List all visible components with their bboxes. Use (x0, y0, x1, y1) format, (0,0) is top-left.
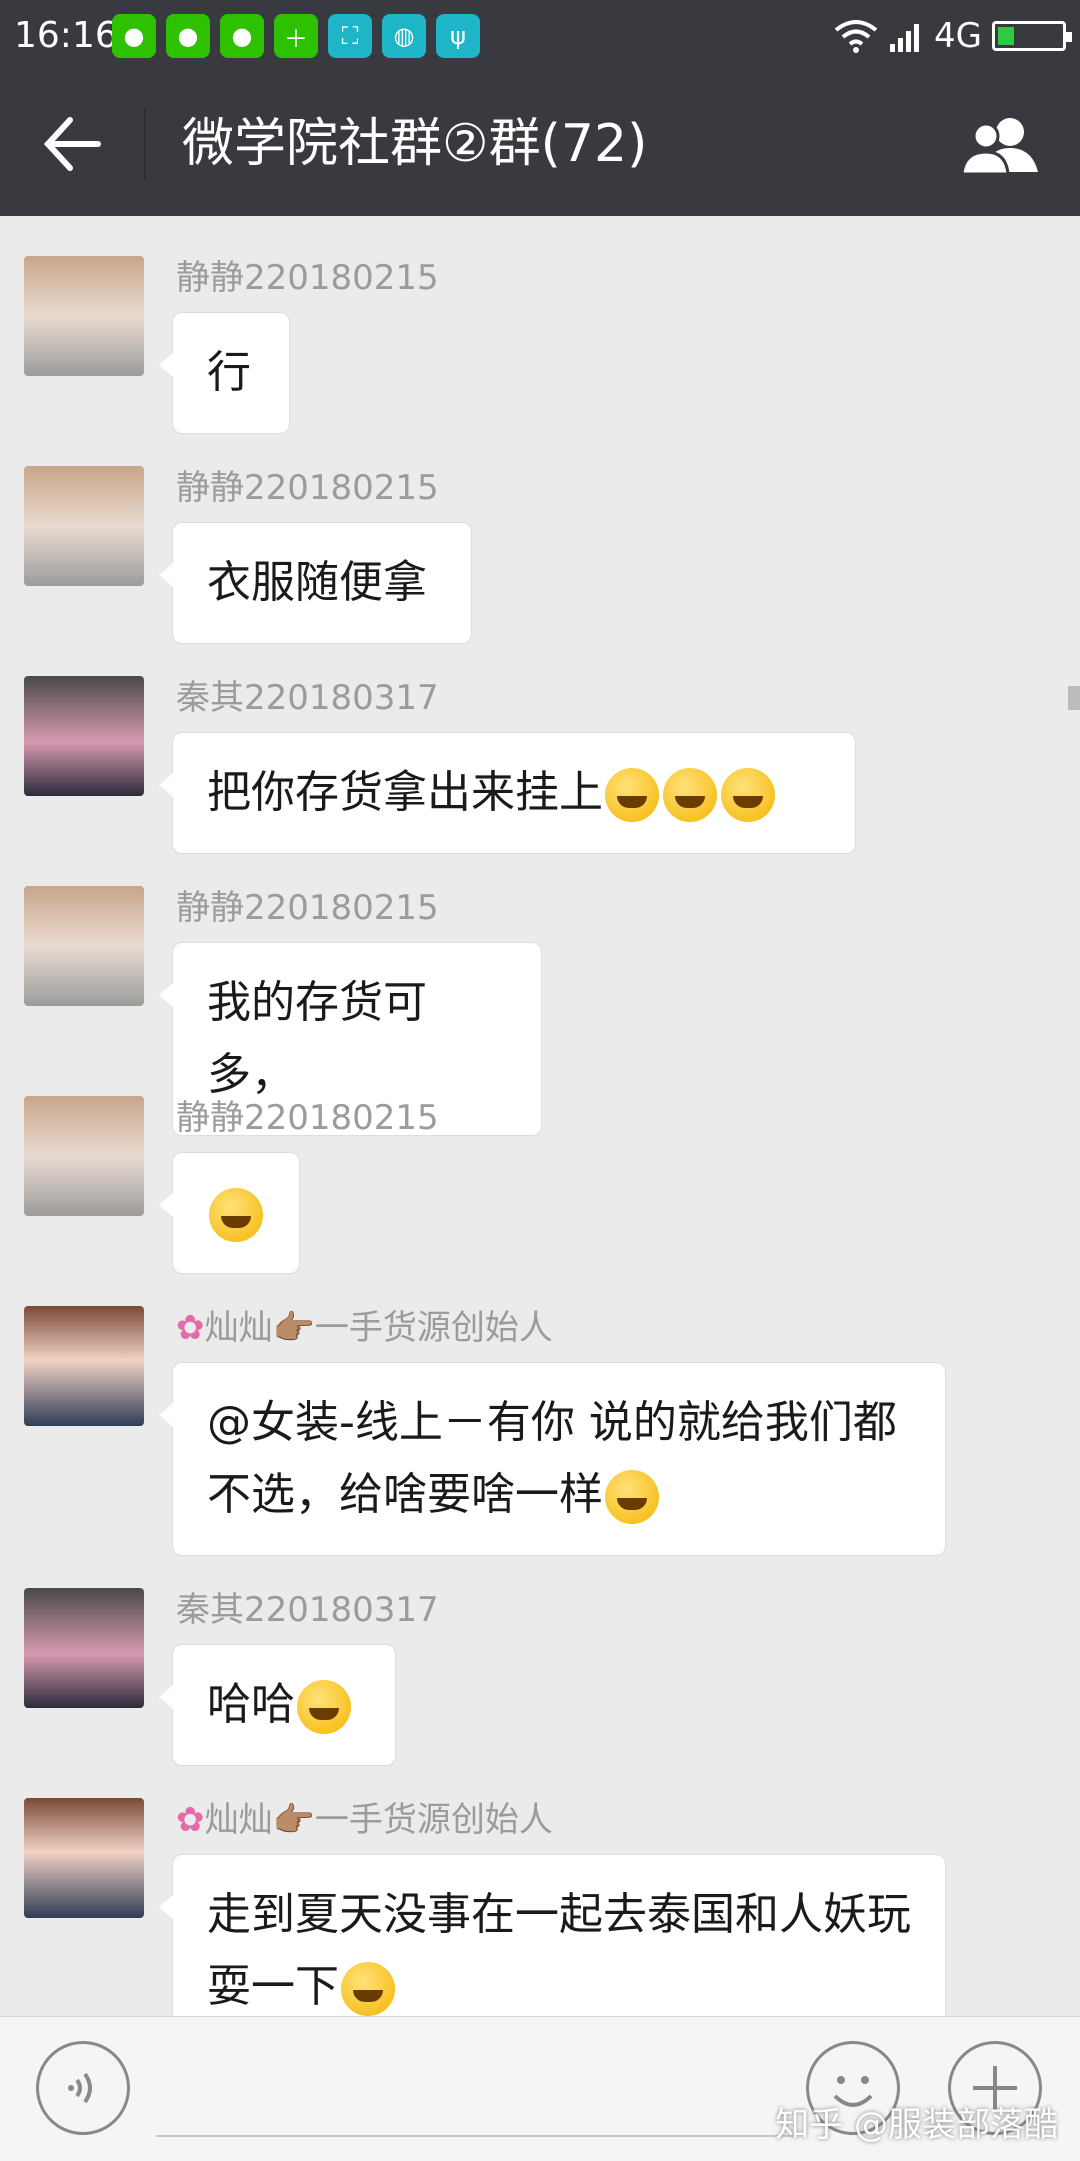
crying-laughing-emoji-icon (209, 1188, 263, 1242)
winking-tongue-emoji-icon (721, 768, 775, 822)
scroll-indicator[interactable] (1068, 686, 1080, 710)
avatar[interactable] (24, 1306, 144, 1426)
message-bubble[interactable]: @女装-线上－有你 说的就给我们都不选，给啥要啥一样 (159, 1362, 946, 1556)
grinning-emoji-icon (297, 1680, 351, 1734)
message-bubble[interactable]: 衣服随便拿 (159, 522, 472, 644)
avatar[interactable] (24, 256, 144, 376)
sender-name: 静静220180215 (176, 258, 439, 298)
wechat-icon: ● (166, 14, 210, 58)
group-members-icon[interactable] (958, 112, 1044, 176)
message-bubble[interactable]: 走到夏天没事在一起去泰国和人妖玩耍一下 (159, 1854, 946, 2016)
avatar[interactable] (24, 1096, 144, 1216)
message-text: 把你存货拿出来挂上 (207, 767, 603, 818)
battery-level (998, 27, 1014, 45)
astonished-emoji-icon (605, 1470, 659, 1524)
signal-icon (890, 24, 920, 52)
chat-messages[interactable]: 静静220180215 行 静静220180215 衣服随便拿 秦其220180… (0, 216, 1080, 2016)
avatar[interactable] (24, 1588, 144, 1708)
avatar[interactable] (24, 1798, 144, 1918)
voice-icon (68, 2072, 92, 2104)
input-bar: 知乎 @服装部落酷 (0, 2016, 1080, 2161)
message-text: 行 (207, 347, 251, 398)
sender-name: 秦其220180317 (176, 678, 439, 718)
chat-title: 微学院社群②群(72) (182, 114, 648, 174)
status-bar: 16:16 ● ● ● ＋ ⛶ ◍ ψ 4G (0, 0, 1080, 72)
grinning-emoji-icon (663, 768, 717, 822)
avatar[interactable] (24, 466, 144, 586)
flower-icon: ✿ (176, 1800, 205, 1840)
message-text: @女装-线上－有你 说的就给我们都不选，给啥要啥一样 (207, 1397, 897, 1520)
message-bubble[interactable]: 哈哈 (159, 1644, 396, 1766)
sender-name: 静静220180215 (176, 888, 439, 928)
thinking-emoji-icon (341, 1962, 395, 2016)
message-bubble[interactable] (159, 1152, 300, 1274)
message-text: 哈哈 (207, 1679, 295, 1730)
title-divider (144, 108, 146, 180)
status-right: 4G (834, 14, 1072, 58)
notification-icons: ● ● ● ＋ ⛶ ◍ ψ (112, 14, 480, 58)
battery-tip (1066, 32, 1072, 42)
sender-name: 静静220180215 (176, 468, 439, 508)
message-bubble[interactable]: 把你存货拿出来挂上 (159, 732, 856, 854)
flower-icon: ✿ (176, 1308, 205, 1348)
network-type: 4G (934, 16, 982, 56)
basketball-icon: ◍ (382, 14, 426, 58)
message-text: 我的存货可多， (207, 977, 427, 1100)
avatar[interactable] (24, 886, 144, 1006)
wechat-icon: ● (220, 14, 264, 58)
scan-icon: ⛶ (328, 14, 372, 58)
message-input[interactable] (156, 2135, 796, 2137)
message-text: 衣服随便拿 (207, 557, 427, 608)
avatar[interactable] (24, 676, 144, 796)
sender-name: ✿灿灿👉🏽一手货源创始人 (176, 1800, 553, 1840)
watermark: 知乎 @服装部落酷 (775, 2105, 1058, 2145)
chat-header: 微学院社群②群(72) (0, 72, 1080, 216)
message-bubble[interactable]: 行 (159, 312, 290, 434)
sender-name: ✿灿灿👉🏽一手货源创始人 (176, 1308, 553, 1348)
wifi-icon (834, 20, 878, 53)
grinning-emoji-icon (605, 768, 659, 822)
usb-icon: ψ (436, 14, 480, 58)
sender-name: 秦其220180317 (176, 1590, 439, 1630)
sender-name: 静静220180215 (176, 1098, 439, 1138)
voice-input-button[interactable] (36, 2041, 130, 2135)
battery-icon (992, 21, 1072, 51)
wechat-icon: ● (112, 14, 156, 58)
message-text: 走到夏天没事在一起去泰国和人妖玩耍一下 (207, 1889, 911, 2012)
status-time: 16:16 (14, 15, 118, 56)
back-arrow-icon[interactable] (40, 112, 110, 176)
plus-app-icon: ＋ (274, 14, 318, 58)
